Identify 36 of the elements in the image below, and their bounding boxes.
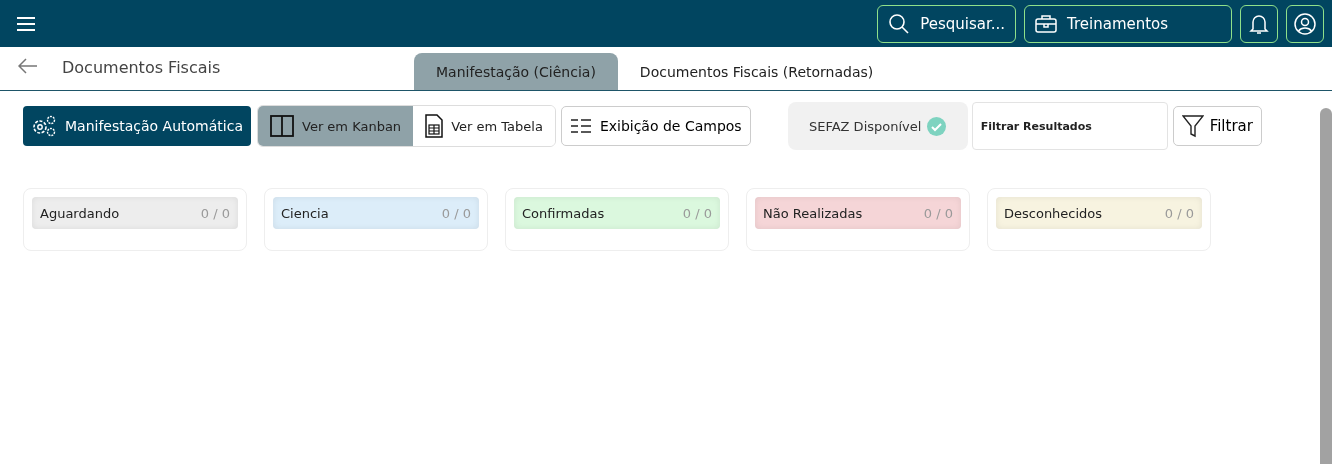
page-title: Documentos Fiscais (62, 58, 221, 77)
scrollbar[interactable] (1320, 108, 1332, 464)
column-count: 0 / 0 (682, 205, 712, 221)
menu-icon[interactable] (16, 15, 36, 32)
notification-button[interactable] (1240, 4, 1278, 43)
automatic-manifest-button[interactable]: Manifestação Automática (23, 106, 251, 146)
column-name: Não Realizadas (763, 205, 863, 221)
column-count: 0 / 0 (1164, 205, 1194, 221)
column-count: 0 / 0 (200, 205, 230, 221)
column-name: Ciencia (281, 205, 329, 221)
tab[interactable]: Documentos Fiscais (Retornadas) (617, 53, 896, 90)
filter-field[interactable]: Filtrar Resultados (971, 102, 1168, 150)
tab[interactable]: Manifestação (Ciência) (414, 53, 618, 90)
filter-button[interactable]: Filtrar (1172, 106, 1262, 146)
filter-icon (1181, 114, 1204, 138)
status-text: SEFAZ Disponível (808, 118, 922, 134)
field-display-button[interactable]: Exibição de Campos (560, 106, 751, 146)
gears-icon (31, 115, 57, 137)
check-icon (927, 116, 947, 136)
columns-icon (270, 115, 294, 137)
search-icon (888, 12, 911, 35)
column-name: Aguardando (40, 205, 120, 221)
column-name: Confirmadas (522, 205, 605, 221)
list-icon (569, 118, 592, 134)
bell-icon (1249, 12, 1269, 35)
view-toggle[interactable]: Ver em Kanban (258, 106, 414, 146)
briefcase-icon (1035, 14, 1057, 33)
column-count: 0 / 0 (441, 205, 471, 221)
column-count: 0 / 0 (923, 205, 953, 221)
user-icon (1293, 11, 1317, 36)
search-button[interactable]: Pesquisar... (877, 4, 1016, 43)
back-arrow-icon[interactable] (18, 58, 38, 74)
training-button[interactable]: Treinamentos (1024, 4, 1232, 43)
spreadsheet-icon (425, 114, 444, 138)
column-name: Desconhecidos (1004, 205, 1103, 221)
account-button[interactable] (1286, 4, 1324, 43)
